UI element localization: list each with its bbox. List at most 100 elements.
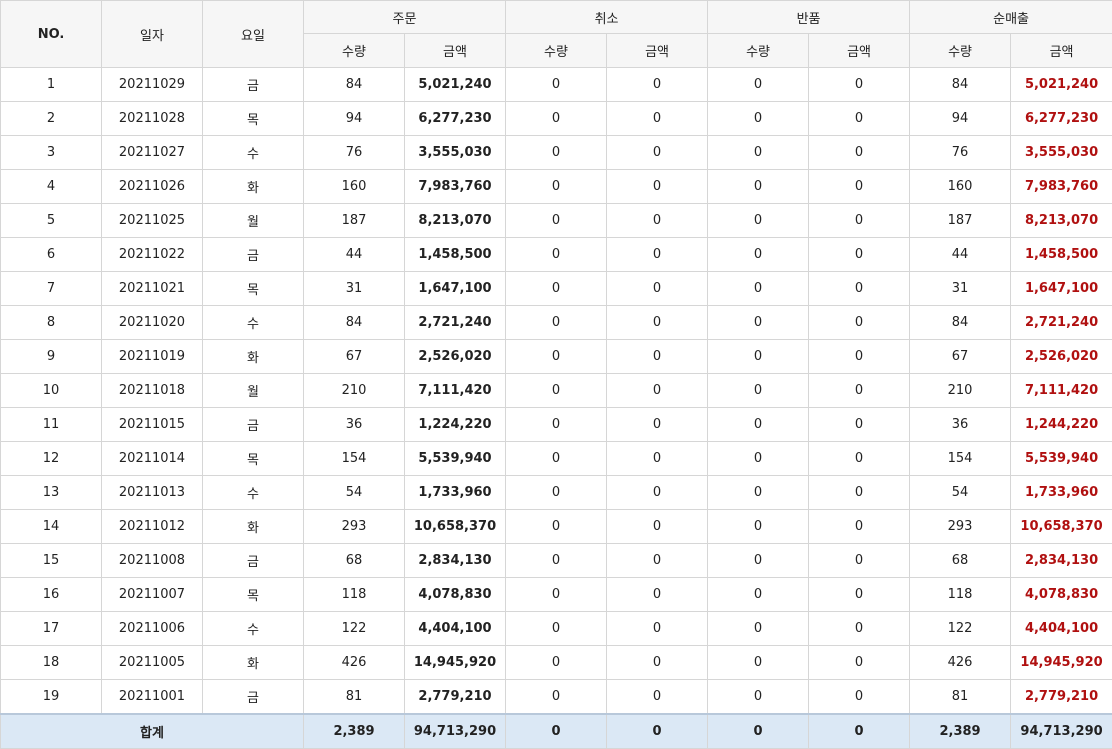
cell-cancel-amount: 0 (606, 135, 709, 170)
cell-no: 2 (0, 101, 102, 136)
cell-return-qty: 0 (707, 339, 810, 374)
total-order-amount: 94,713,290 (403, 713, 507, 749)
cell-order-amount: 2,721,240 (403, 305, 507, 340)
header-order-qty: 수량 (303, 33, 405, 68)
total-return-qty: 0 (707, 713, 810, 749)
cell-return-amount: 0 (808, 611, 911, 646)
cell-return-qty: 0 (707, 407, 810, 442)
cell-order-amount: 14,945,920 (403, 645, 507, 680)
cell-no: 5 (0, 203, 102, 238)
table-row: 16 20211007 목 118 4,078,830 0 0 0 0 118 4,078,830 (0, 577, 1112, 612)
cell-return-qty: 0 (707, 271, 810, 306)
cell-date: 20211013 (101, 475, 203, 510)
cell-return-amount: 0 (808, 305, 911, 340)
cell-order-qty: 84 (303, 67, 405, 102)
cell-no: 14 (0, 509, 102, 544)
cell-return-amount: 0 (808, 169, 911, 204)
header-order-amount: 금액 (403, 33, 507, 68)
cell-cancel-qty: 0 (505, 475, 608, 510)
cell-net-amount: 1,733,960 (1010, 475, 1112, 510)
cell-cancel-qty: 0 (505, 373, 608, 408)
cell-net-qty: 81 (909, 679, 1012, 715)
cell-cancel-amount: 0 (606, 305, 709, 340)
cell-net-amount: 2,779,210 (1010, 679, 1112, 715)
cell-day: 화 (202, 509, 304, 544)
cell-net-amount: 1,458,500 (1010, 237, 1112, 272)
cell-order-amount: 2,834,130 (403, 543, 507, 578)
table-row: 6 20211022 금 44 1,458,500 0 0 0 0 44 1,458,500 (0, 237, 1112, 272)
cell-date: 20211022 (101, 237, 203, 272)
cell-day: 금 (202, 407, 304, 442)
cell-return-amount: 0 (808, 101, 911, 136)
cell-date: 20211005 (101, 645, 203, 680)
sales-table: NO. 일자 요일 주문 취소 반품 순매출 수량 금액 수량 금액 수량 금액… (0, 0, 1112, 749)
cell-order-qty: 160 (303, 169, 405, 204)
cell-order-qty: 293 (303, 509, 405, 544)
header-cancel-amount: 금액 (606, 33, 709, 68)
cell-cancel-amount: 0 (606, 67, 709, 102)
cell-order-amount: 8,213,070 (403, 203, 507, 238)
cell-cancel-qty: 0 (505, 135, 608, 170)
cell-cancel-qty: 0 (505, 339, 608, 374)
cell-return-qty: 0 (707, 679, 810, 715)
cell-no: 1 (0, 67, 102, 102)
cell-order-amount: 1,733,960 (403, 475, 507, 510)
cell-order-amount: 1,458,500 (403, 237, 507, 272)
cell-day: 수 (202, 611, 304, 646)
header-net-qty: 수량 (909, 33, 1012, 68)
cell-return-amount: 0 (808, 407, 911, 442)
cell-cancel-amount: 0 (606, 475, 709, 510)
cell-date: 20211008 (101, 543, 203, 578)
cell-date: 20211020 (101, 305, 203, 340)
cell-no: 6 (0, 237, 102, 272)
cell-return-qty: 0 (707, 305, 810, 340)
cell-date: 20211019 (101, 339, 203, 374)
cell-day: 목 (202, 101, 304, 136)
cell-date: 20211028 (101, 101, 203, 136)
cell-date: 20211006 (101, 611, 203, 646)
cell-cancel-amount: 0 (606, 339, 709, 374)
header-return: 반품 (707, 0, 911, 34)
cell-date: 20211029 (101, 67, 203, 102)
cell-cancel-amount: 0 (606, 543, 709, 578)
cell-net-amount: 5,539,940 (1010, 441, 1112, 476)
cell-cancel-amount: 0 (606, 611, 709, 646)
header-cancel-qty: 수량 (505, 33, 608, 68)
cell-order-qty: 84 (303, 305, 405, 340)
table-footer: 합계 2,389 94,713,290 0 0 0 0 2,389 94,713… (0, 713, 1112, 749)
cell-date: 20211021 (101, 271, 203, 306)
header-net-amount: 금액 (1010, 33, 1112, 68)
cell-return-amount: 0 (808, 339, 911, 374)
cell-cancel-qty: 0 (505, 237, 608, 272)
cell-order-qty: 68 (303, 543, 405, 578)
total-cancel-amount: 0 (606, 713, 709, 749)
cell-order-amount: 6,277,230 (403, 101, 507, 136)
cell-net-qty: 84 (909, 305, 1012, 340)
cell-cancel-qty: 0 (505, 441, 608, 476)
cell-order-amount: 4,404,100 (403, 611, 507, 646)
table-row: 9 20211019 화 67 2,526,020 0 0 0 0 67 2,526,020 (0, 339, 1112, 374)
cell-return-qty: 0 (707, 509, 810, 544)
cell-net-amount: 6,277,230 (1010, 101, 1112, 136)
cell-return-qty: 0 (707, 441, 810, 476)
cell-day: 수 (202, 305, 304, 340)
cell-no: 11 (0, 407, 102, 442)
cell-cancel-qty: 0 (505, 407, 608, 442)
cell-net-qty: 54 (909, 475, 1012, 510)
cell-no: 3 (0, 135, 102, 170)
table-row: 19 20211001 금 81 2,779,210 0 0 0 0 81 2,779,210 (0, 679, 1112, 715)
header-date: 일자 (101, 0, 203, 68)
cell-order-amount: 1,647,100 (403, 271, 507, 306)
cell-day: 금 (202, 67, 304, 102)
cell-net-amount: 2,721,240 (1010, 305, 1112, 340)
table-row: 7 20211021 목 31 1,647,100 0 0 0 0 31 1,647,100 (0, 271, 1112, 306)
cell-day: 수 (202, 475, 304, 510)
cell-return-amount: 0 (808, 475, 911, 510)
cell-return-amount: 0 (808, 271, 911, 306)
cell-return-qty: 0 (707, 101, 810, 136)
cell-order-qty: 31 (303, 271, 405, 306)
cell-no: 7 (0, 271, 102, 306)
cell-date: 20211018 (101, 373, 203, 408)
total-return-amount: 0 (808, 713, 911, 749)
cell-cancel-amount: 0 (606, 679, 709, 715)
